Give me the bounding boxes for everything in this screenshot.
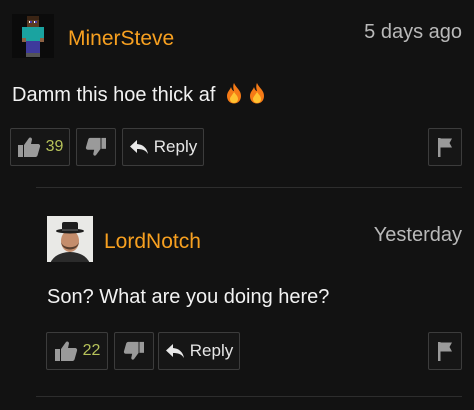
thumbs-down-icon bbox=[85, 137, 107, 157]
dislike-button[interactable] bbox=[114, 332, 154, 370]
divider bbox=[36, 396, 462, 397]
like-count: 39 bbox=[45, 138, 64, 155]
reply-label: Reply bbox=[189, 341, 234, 360]
reply-label: Reply bbox=[153, 137, 198, 156]
fire-icon bbox=[247, 82, 267, 110]
comment-lordnotch: LordNotch Yesterday Son? What are you do… bbox=[0, 190, 474, 410]
like-button[interactable]: 39 bbox=[10, 128, 70, 166]
timestamp: Yesterday bbox=[373, 224, 462, 246]
like-button[interactable]: 22 bbox=[46, 332, 108, 370]
minecraft-skin-icon bbox=[12, 14, 54, 58]
dislike-button[interactable] bbox=[76, 128, 116, 166]
flag-button[interactable] bbox=[428, 332, 462, 370]
thumbs-up-icon bbox=[54, 340, 78, 362]
profile-photo-icon bbox=[47, 216, 93, 262]
reply-button[interactable]: Reply bbox=[158, 332, 240, 370]
divider bbox=[36, 187, 462, 188]
timestamp: 5 days ago bbox=[364, 21, 462, 43]
username[interactable]: LordNotch bbox=[104, 230, 201, 254]
flag-icon bbox=[437, 341, 453, 361]
reply-arrow-icon bbox=[129, 139, 149, 155]
fire-icon bbox=[224, 82, 244, 110]
avatar[interactable] bbox=[47, 216, 93, 262]
reply-button[interactable]: Reply bbox=[122, 128, 204, 166]
thumbs-up-icon bbox=[17, 136, 41, 158]
thumbs-down-icon bbox=[123, 341, 145, 361]
reply-arrow-icon bbox=[165, 343, 185, 359]
avatar[interactable] bbox=[12, 14, 54, 58]
like-count: 22 bbox=[82, 342, 101, 359]
comment-body: Damm this hoe thick af bbox=[12, 84, 216, 106]
username[interactable]: MinerSteve bbox=[68, 27, 174, 51]
flag-icon bbox=[437, 137, 453, 157]
comment-text: Damm this hoe thick af bbox=[12, 82, 267, 110]
flag-button[interactable] bbox=[428, 128, 462, 166]
comment-text: Son? What are you doing here? bbox=[47, 286, 330, 308]
comment-minersteve: MinerSteve 5 days ago Damm this hoe thic… bbox=[0, 0, 474, 190]
